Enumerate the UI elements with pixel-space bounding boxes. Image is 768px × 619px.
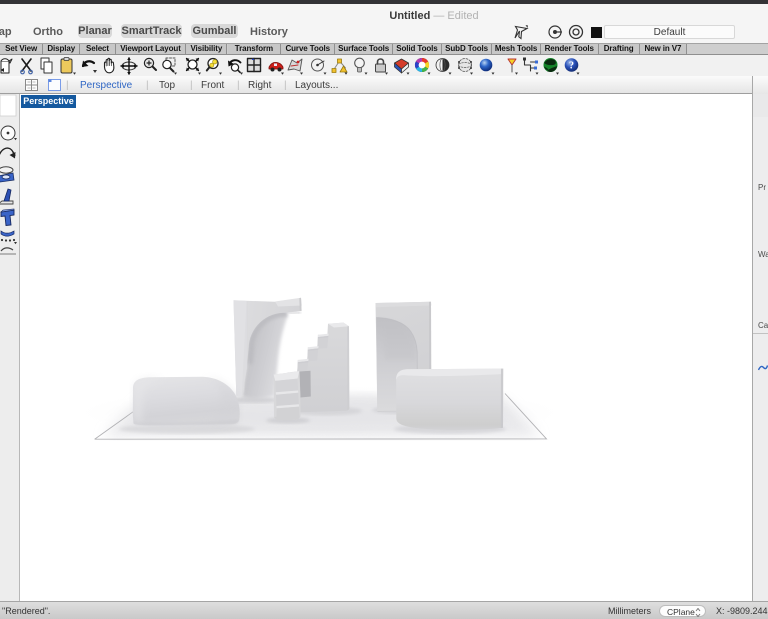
svg-text:?: ? <box>569 61 574 72</box>
